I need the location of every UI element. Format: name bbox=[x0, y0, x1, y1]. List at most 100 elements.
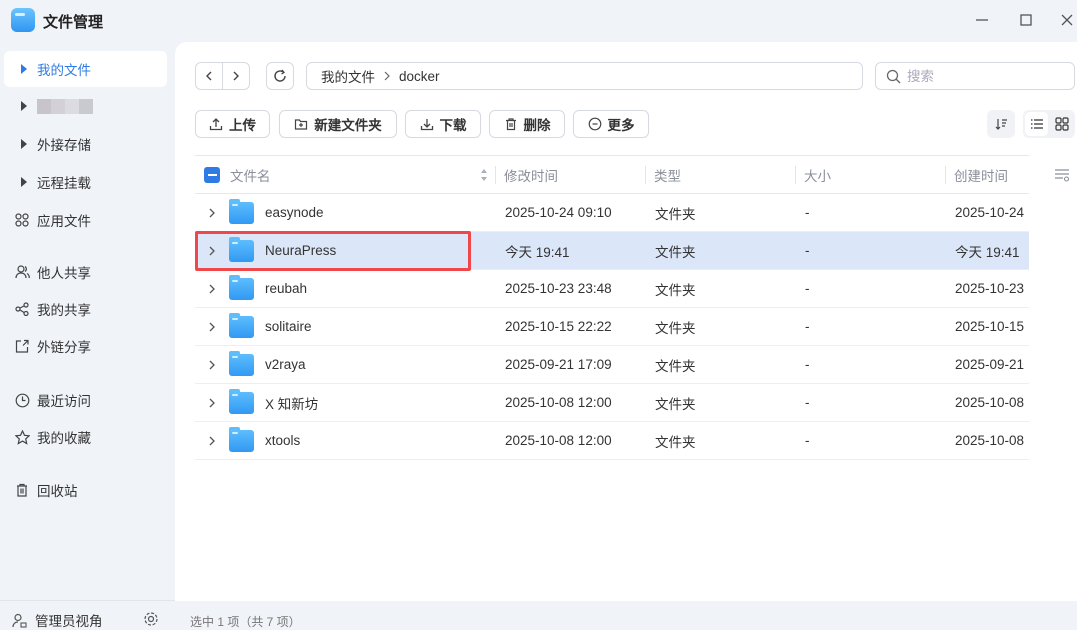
sidebar-item-label: 最近访问 bbox=[37, 394, 91, 409]
minimize-button[interactable] bbox=[968, 8, 996, 32]
modified-time: 2025-10-15 22:22 bbox=[505, 319, 612, 334]
table-row[interactable]: easynode 2025-10-24 09:10 文件夹 - 2025-10-… bbox=[195, 194, 1029, 232]
more-button[interactable]: 更多 bbox=[573, 110, 649, 138]
modified-time: 2025-10-24 09:10 bbox=[505, 205, 612, 220]
upload-icon bbox=[209, 118, 223, 131]
file-size: - bbox=[805, 243, 810, 258]
file-name: solitaire bbox=[265, 319, 312, 334]
new-folder-label: 新建文件夹 bbox=[314, 118, 382, 133]
maximize-button[interactable] bbox=[1012, 8, 1040, 32]
folder-icon bbox=[229, 384, 254, 421]
forward-button[interactable] bbox=[222, 62, 250, 90]
close-button[interactable] bbox=[1056, 8, 1077, 32]
table-row[interactable]: X 知新坊 2025-10-08 12:00 文件夹 - 2025-10-08 bbox=[195, 384, 1029, 422]
new-folder-button[interactable]: 新建文件夹 bbox=[279, 110, 397, 138]
settings-button[interactable] bbox=[143, 611, 159, 630]
expand-chevron-icon[interactable] bbox=[208, 194, 216, 231]
folder-icon bbox=[229, 232, 254, 269]
search-box[interactable] bbox=[875, 62, 1075, 90]
sidebar-item-11[interactable]: 回收站 bbox=[4, 472, 167, 508]
maximize-icon bbox=[1020, 14, 1032, 26]
column-size[interactable]: 大小 bbox=[804, 156, 831, 193]
file-type: 文件夹 bbox=[655, 434, 696, 450]
upload-button[interactable]: 上传 bbox=[195, 110, 270, 138]
sidebar-item-label: 外接存储 bbox=[37, 138, 91, 153]
download-label: 下载 bbox=[439, 118, 467, 133]
file-name: v2raya bbox=[265, 357, 306, 372]
table-row[interactable]: xtools 2025-10-08 12:00 文件夹 - 2025-10-08 bbox=[195, 422, 1029, 460]
column-settings-icon bbox=[1055, 169, 1070, 182]
grid-view-button[interactable] bbox=[1050, 112, 1073, 136]
list-icon bbox=[1030, 119, 1043, 129]
search-input[interactable] bbox=[907, 68, 1057, 84]
triangle-right-icon bbox=[14, 136, 30, 152]
delete-label: 删除 bbox=[523, 118, 551, 133]
table-row[interactable]: v2raya 2025-09-21 17:09 文件夹 - 2025-09-21 bbox=[195, 346, 1029, 384]
expand-chevron-icon[interactable] bbox=[208, 308, 216, 345]
column-type[interactable]: 类型 bbox=[654, 156, 681, 193]
sidebar-item-4[interactable]: 远程挂载 bbox=[4, 164, 167, 200]
sidebar-item-3[interactable]: 外接存储 bbox=[4, 126, 167, 162]
sidebar-item-8[interactable]: 外链分享 bbox=[4, 328, 167, 364]
sort-toggle-icon[interactable] bbox=[480, 156, 488, 193]
folder-icon bbox=[229, 308, 254, 345]
expand-chevron-icon[interactable] bbox=[208, 384, 216, 421]
sidebar-footer: 管理员视角 bbox=[0, 600, 175, 630]
sidebar-item-label: 我的收藏 bbox=[37, 431, 91, 446]
select-all-checkbox[interactable] bbox=[204, 156, 220, 193]
download-button[interactable]: 下载 bbox=[405, 110, 481, 138]
file-name: easynode bbox=[265, 205, 324, 220]
created-time: 2025-10-23 bbox=[955, 281, 1025, 296]
sidebar-item-1[interactable]: 我的文件 bbox=[4, 51, 167, 87]
breadcrumb-docker[interactable]: docker bbox=[399, 69, 440, 84]
column-name[interactable]: 文件名 bbox=[230, 156, 271, 193]
app-logo-icon bbox=[11, 8, 35, 32]
expand-chevron-icon[interactable] bbox=[208, 346, 216, 383]
file-size: - bbox=[805, 281, 810, 296]
grid-icon bbox=[1054, 117, 1069, 131]
admin-view-label: 管理员视角 bbox=[35, 614, 103, 629]
list-view-button[interactable] bbox=[1025, 112, 1048, 136]
column-created[interactable]: 创建时间 bbox=[954, 156, 1008, 193]
expand-chevron-icon[interactable] bbox=[208, 422, 216, 459]
column-settings-button[interactable] bbox=[1054, 167, 1070, 186]
sidebar-item-7[interactable]: 我的共享 bbox=[4, 291, 167, 327]
admin-view-button[interactable]: 管理员视角 bbox=[12, 610, 103, 630]
trash-icon bbox=[505, 118, 516, 131]
modified-time: 今天 19:41 bbox=[505, 244, 570, 260]
sidebar-item-5[interactable]: 应用文件 bbox=[4, 202, 167, 238]
column-modified[interactable]: 修改时间 bbox=[504, 156, 558, 193]
delete-button[interactable]: 删除 bbox=[489, 110, 565, 138]
expand-chevron-icon[interactable] bbox=[208, 270, 216, 307]
sidebar-item-10[interactable]: 我的收藏 bbox=[4, 419, 167, 455]
expand-chevron-icon[interactable] bbox=[208, 232, 216, 269]
refresh-button[interactable] bbox=[266, 62, 294, 90]
created-time: 2025-09-21 bbox=[955, 357, 1025, 372]
file-size: - bbox=[805, 357, 810, 372]
sidebar-item-label: 我的文件 bbox=[37, 63, 91, 78]
table-row[interactable]: solitaire 2025-10-15 22:22 文件夹 - 2025-10… bbox=[195, 308, 1029, 346]
back-button[interactable] bbox=[195, 62, 223, 90]
sidebar-item-9[interactable]: 最近访问 bbox=[4, 382, 167, 418]
created-time: 2025-10-24 bbox=[955, 205, 1025, 220]
share-icon bbox=[14, 301, 30, 317]
sort-button[interactable] bbox=[987, 110, 1015, 138]
sidebar-item-6[interactable]: 他人共享 bbox=[4, 254, 167, 290]
file-type: 文件夹 bbox=[655, 396, 696, 412]
folder-plus-icon bbox=[295, 119, 308, 130]
external-share-icon bbox=[14, 338, 30, 354]
file-type: 文件夹 bbox=[655, 206, 696, 222]
breadcrumb: 我的文件 docker bbox=[306, 62, 863, 90]
modified-time: 2025-10-23 23:48 bbox=[505, 281, 612, 296]
table-row[interactable]: reubah 2025-10-23 23:48 文件夹 - 2025-10-23 bbox=[195, 270, 1029, 308]
sidebar-item-2[interactable] bbox=[4, 88, 167, 124]
table-row[interactable]: NeuraPress 今天 19:41 文件夹 - 今天 19:41 bbox=[195, 232, 1029, 270]
sidebar: 我的文件外接存储远程挂载 应用文件他人共享 我的共享 外链分享最近访问我的收藏回收站 bbox=[0, 42, 175, 627]
breadcrumb-my-files[interactable]: 我的文件 bbox=[321, 66, 375, 86]
sort-descending-icon bbox=[995, 119, 1007, 130]
file-name: X 知新坊 bbox=[265, 396, 319, 412]
file-size: - bbox=[805, 395, 810, 410]
more-label: 更多 bbox=[607, 118, 635, 133]
file-name: NeuraPress bbox=[265, 243, 337, 258]
created-time: 今天 19:41 bbox=[955, 244, 1020, 260]
